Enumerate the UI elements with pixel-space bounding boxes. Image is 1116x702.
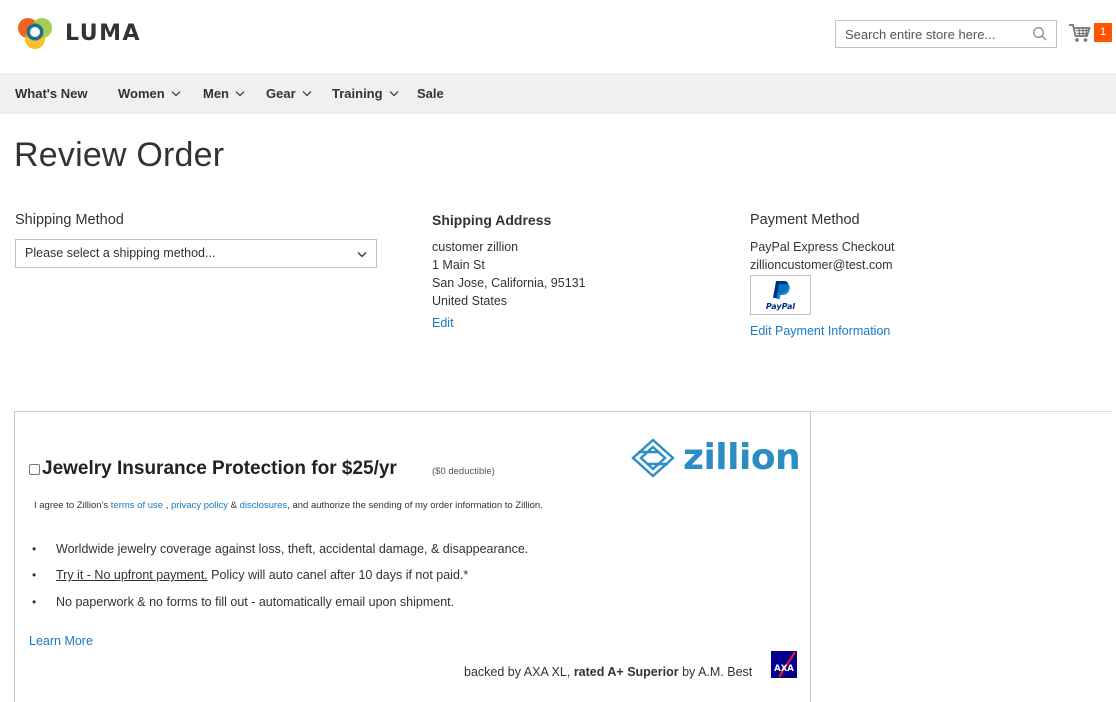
shipping-method-select[interactable]: Please select a shipping method... bbox=[15, 239, 377, 268]
nav-item-training[interactable]: Training bbox=[332, 86, 399, 101]
insurance-title: Jewelry Insurance Protection for $25/yr bbox=[42, 458, 397, 479]
chevron-down-icon bbox=[171, 91, 181, 97]
divider bbox=[810, 411, 1113, 412]
nav-item-label: What's New bbox=[15, 86, 88, 101]
nav-item-men[interactable]: Men bbox=[203, 86, 245, 101]
edit-payment-link[interactable]: Edit Payment Information bbox=[750, 324, 890, 338]
cart-icon[interactable] bbox=[1068, 22, 1092, 44]
address-line: San Jose, California, 95131 bbox=[432, 276, 586, 290]
axa-logo: AXA bbox=[771, 651, 797, 678]
nav-item-label: Training bbox=[332, 86, 383, 101]
cart-count-badge[interactable]: 1 bbox=[1094, 23, 1112, 42]
shipping-method-title: Shipping Method bbox=[15, 212, 124, 228]
nav-item-label: Gear bbox=[266, 86, 296, 101]
agree-sep: , bbox=[165, 500, 169, 511]
backed-suffix: by A.M. Best bbox=[682, 665, 753, 679]
chevron-down-icon bbox=[302, 91, 312, 97]
benefit-item: • Worldwide jewelry coverage against los… bbox=[32, 542, 529, 556]
agreement-text: I agree to Zillion's terms of use , priv… bbox=[34, 500, 543, 511]
agree-suffix: , and authorize the sending of my order … bbox=[287, 500, 543, 511]
paypal-logo: PayPal bbox=[750, 275, 811, 315]
nav-item-label: Men bbox=[203, 86, 229, 101]
benefit-text: Worldwide jewelry coverage against loss,… bbox=[56, 542, 529, 556]
agree-prefix: I agree to Zillion's bbox=[34, 500, 109, 511]
axa-logo-text: AXA bbox=[774, 664, 794, 674]
nav-item-label: Sale bbox=[417, 86, 444, 101]
shipping-method-selected: Please select a shipping method... bbox=[25, 246, 216, 260]
benefit-underline-text: Try it - No upfront payment. bbox=[56, 568, 208, 582]
learn-more-link[interactable]: Learn More bbox=[29, 634, 93, 648]
nav-item-women[interactable]: Women bbox=[118, 86, 181, 101]
privacy-policy-link[interactable]: privacy policy bbox=[171, 500, 228, 511]
zillion-logo: zillion bbox=[629, 437, 801, 478]
shipping-address-title: Shipping Address bbox=[432, 212, 552, 228]
disclosures-link[interactable]: disclosures bbox=[240, 500, 288, 511]
backed-by-text: backed by AXA XL, rated A+ Superior by A… bbox=[464, 665, 752, 679]
benefit-item: • No paperwork & no forms to fill out - … bbox=[32, 595, 455, 609]
search-box bbox=[835, 20, 1057, 48]
payment-email: zillioncustomer@test.com bbox=[750, 258, 893, 272]
nav-item-sale[interactable]: Sale bbox=[417, 86, 444, 101]
deductible-note: ($0 deductible) bbox=[432, 466, 495, 477]
benefit-item: • Try it - No upfront payment. Policy wi… bbox=[32, 568, 469, 582]
rating-text: rated A+ Superior bbox=[573, 665, 679, 679]
page-title: Review Order bbox=[14, 136, 225, 174]
payment-method-name: PayPal Express Checkout bbox=[750, 240, 895, 254]
address-line: 1 Main St bbox=[432, 258, 485, 272]
backed-prefix: backed by AXA XL, bbox=[464, 665, 571, 679]
luma-logo-icon bbox=[18, 18, 52, 49]
terms-of-use-link[interactable]: terms of use bbox=[111, 500, 163, 511]
logo-text: LUMA bbox=[65, 20, 142, 46]
payment-method-title: Payment Method bbox=[750, 212, 860, 228]
benefit-text: No paperwork & no forms to fill out - au… bbox=[56, 595, 455, 609]
paypal-icon: PayPal bbox=[766, 281, 795, 311]
nav-item-gear[interactable]: Gear bbox=[266, 86, 312, 101]
chevron-down-icon bbox=[235, 91, 245, 97]
luma-logo[interactable]: LUMA bbox=[15, 15, 141, 51]
agree-sep: & bbox=[230, 500, 238, 511]
zillion-diamond-icon bbox=[631, 437, 675, 478]
insurance-checkbox[interactable] bbox=[29, 464, 40, 475]
main-nav: What's New Women Men Gear Training Sale bbox=[0, 73, 1116, 114]
zillion-logo-text: zillion bbox=[683, 437, 801, 478]
nav-item-label: Women bbox=[118, 86, 165, 101]
chevron-down-icon bbox=[389, 91, 398, 97]
chevron-down-icon bbox=[357, 252, 367, 258]
benefit-text: Policy will auto canel after 10 days if … bbox=[207, 568, 469, 582]
search-icon[interactable] bbox=[1032, 26, 1048, 42]
header: LUMA 1 bbox=[0, 0, 1116, 72]
address-line: customer zillion bbox=[432, 240, 519, 254]
nav-item-whats-new[interactable]: What's New bbox=[15, 86, 87, 101]
paypal-logo-text: PayPal bbox=[766, 302, 795, 311]
edit-address-link[interactable]: Edit bbox=[432, 316, 454, 330]
address-line: United States bbox=[432, 294, 508, 308]
search-input[interactable] bbox=[836, 21, 1026, 47]
